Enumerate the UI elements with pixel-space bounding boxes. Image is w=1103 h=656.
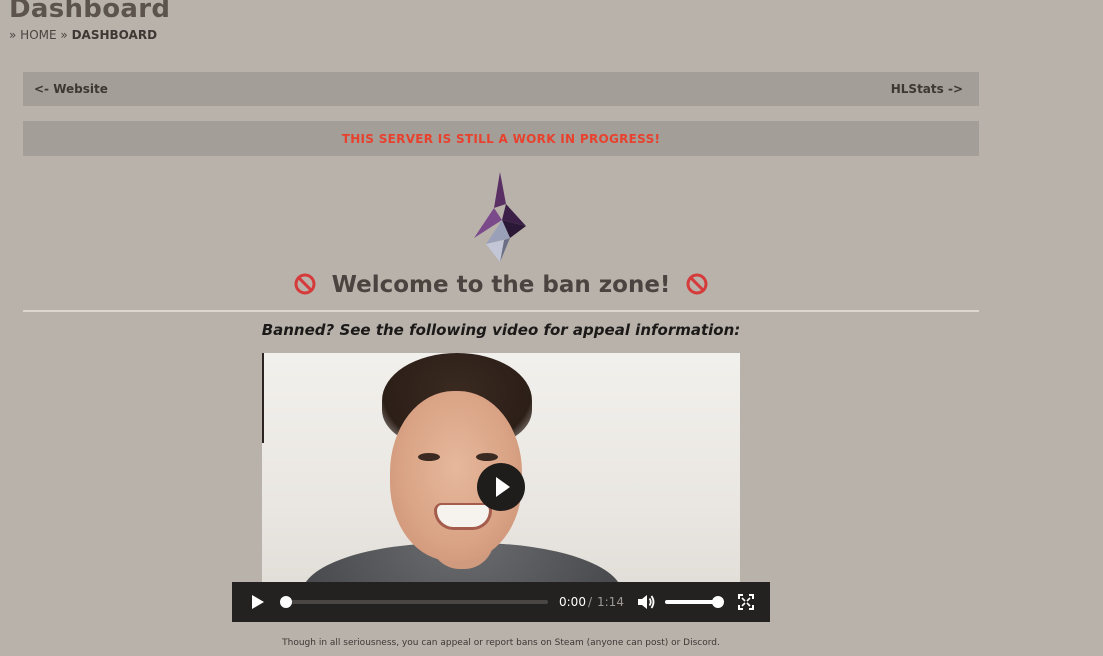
website-link[interactable]: <- Website [34,82,108,96]
welcome-heading: Welcome to the ban zone! [23,272,979,298]
volume-slider[interactable] [665,600,717,604]
video-frame-eye [476,453,498,461]
breadcrumb: » HOME » DASHBOARD [9,28,157,42]
breadcrumb-separator: » [9,28,17,42]
video-frame-mouth [434,503,492,530]
page-title: Dashboard [9,0,171,24]
appeal-instructions: Banned? See the following video for appe… [261,321,741,339]
current-time: 0:00 [559,595,586,609]
seek-bar[interactable] [286,600,548,604]
breadcrumb-home-link[interactable]: HOME [20,28,56,42]
play-overlay-button[interactable] [477,463,525,511]
welcome-text: Welcome to the ban zone! [331,272,671,298]
breadcrumb-current: DASHBOARD [71,28,158,42]
work-in-progress-notice: THIS SERVER IS STILL A WORK IN PROGRESS! [341,132,661,146]
video-controls: 0:00 / 1:14 [232,582,770,622]
breadcrumb-separator: » [60,28,68,42]
server-logo-icon [474,172,526,262]
no-entry-sign-icon [294,273,316,295]
notice-bar: THIS SERVER IS STILL A WORK IN PROGRESS! [23,121,979,156]
appeal-footnote: Though in all seriousness, you can appea… [282,638,720,648]
volume-handle[interactable] [712,596,724,608]
no-entry-sign-icon [686,273,708,295]
duration: 1:14 [597,595,624,609]
video-edge [262,353,264,443]
nav-bar: <- Website HLStats -> [23,72,979,106]
seek-handle[interactable] [280,596,292,608]
video-frame-eye [418,453,440,461]
volume-icon[interactable] [636,593,656,611]
time-separator: / [588,595,593,609]
fullscreen-icon[interactable] [738,594,754,610]
hlstats-link[interactable]: HLStats -> [891,82,963,96]
play-button[interactable] [250,594,266,610]
divider [23,310,979,312]
